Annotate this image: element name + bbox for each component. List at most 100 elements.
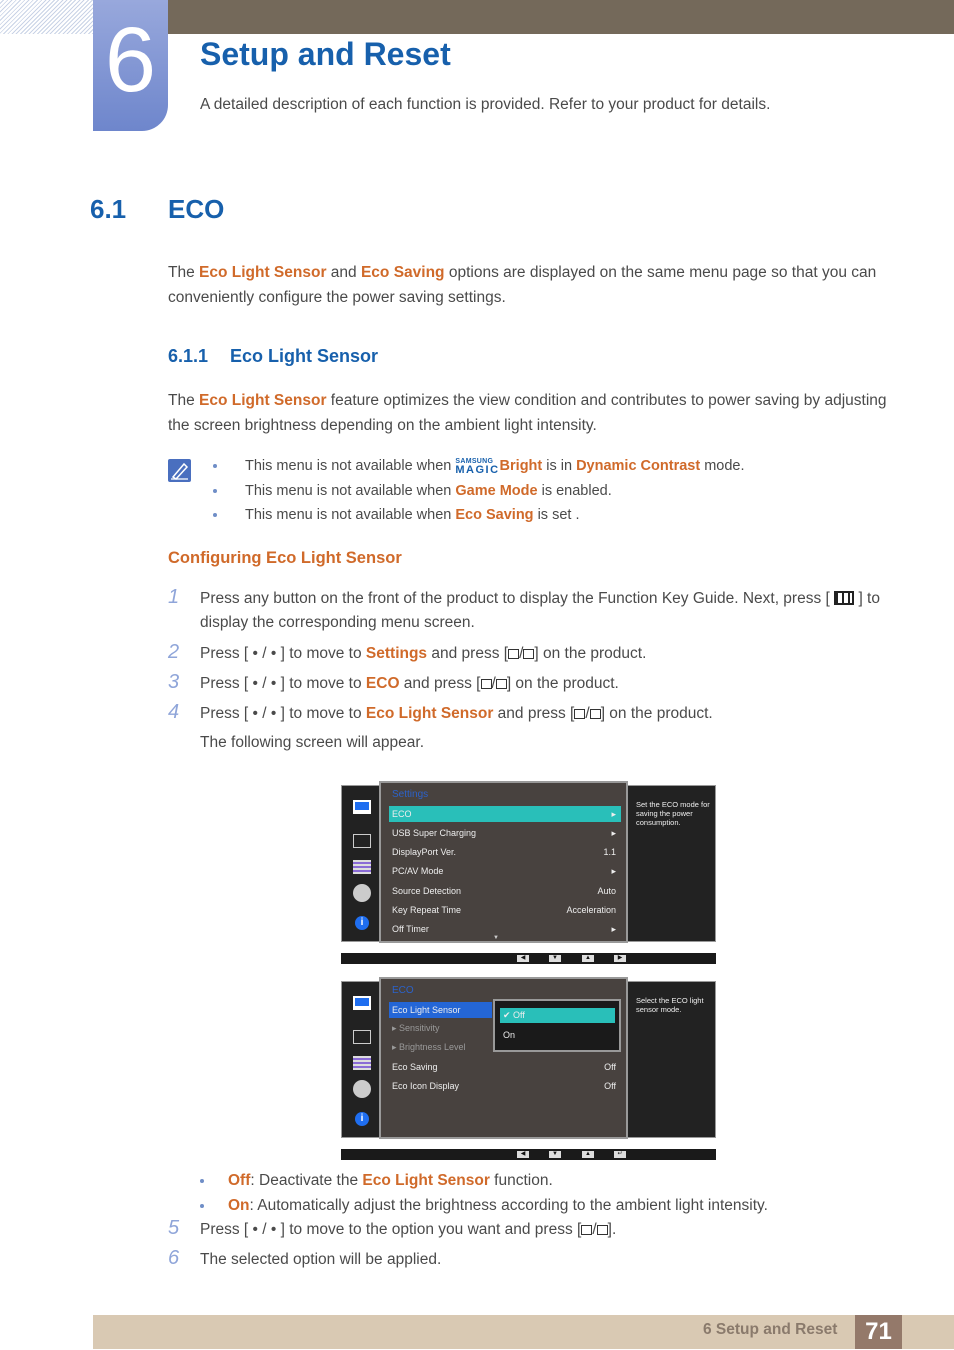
osd-menu-item[interactable]: USB Super Charging ▸: [389, 825, 621, 841]
text: and: [326, 264, 361, 281]
page-footer: 6 Setup and Reset 71: [93, 1315, 954, 1349]
osd-menu-title: Settings: [392, 789, 429, 800]
source-key-icon: [581, 1225, 593, 1235]
subsection-intro: The Eco Light Sensor feature optimizes t…: [168, 388, 888, 438]
subsection-heading: 6.1.1 Eco Light Sensor: [168, 346, 378, 367]
info-icon: i: [355, 916, 369, 930]
item-label: PC/AV Mode: [392, 866, 444, 876]
highlight: On: [228, 1197, 250, 1214]
chapter-title: Setup and Reset: [200, 36, 451, 72]
text: and press [: [493, 705, 575, 722]
osd-menu-panel: Settings ECO ▸ USB Super Charging ▸ Displa…: [379, 781, 628, 943]
bullet-icon: [200, 1178, 204, 1183]
item-label: Source Detection: [392, 886, 462, 896]
item-value: Acceleration: [566, 905, 616, 915]
item-label: Eco Saving: [392, 1062, 438, 1072]
highlight: Settings: [365, 645, 428, 662]
osd-eco-screen: i ECO Eco Light Sensor ▸ Sensitivity ▸ B…: [341, 977, 716, 1139]
text: and press [: [399, 675, 481, 692]
bullet-icon: [213, 489, 217, 494]
note-item: This menu is not available when Eco Savi…: [213, 507, 579, 523]
osd-menu-item-eco[interactable]: ECO ▸: [389, 806, 621, 822]
osd-menu-item-eco-light-sensor[interactable]: Eco Light Sensor: [389, 1002, 492, 1018]
step-text: Press [ • / • ] to move to ECO and press…: [200, 675, 619, 692]
osd-menu-item[interactable]: Off Timer ▸: [389, 921, 621, 937]
item-label: Eco Light Sensor: [392, 1005, 461, 1015]
osd-icon-sidebar: i: [341, 981, 381, 1138]
osd-option-popup: ✔ Off On: [493, 999, 621, 1052]
highlight: Eco Light Sensor: [199, 264, 327, 281]
text: The: [168, 392, 200, 409]
option-on[interactable]: On: [500, 1028, 615, 1043]
osd-icon-sidebar: i: [341, 785, 381, 942]
note-pencil-icon: [168, 459, 191, 482]
item-value: ▸: [611, 866, 616, 876]
picture-icon: [353, 800, 371, 814]
section-number: 6.1: [90, 194, 127, 224]
item-label: Key Repeat Time: [392, 905, 462, 915]
osd-menu-item[interactable]: DisplayPort Ver. 1.1: [389, 844, 621, 860]
section-intro: The Eco Light Sensor and Eco Saving opti…: [168, 260, 888, 310]
item-value: 1.1: [603, 847, 616, 857]
scroll-down-icon[interactable]: ▼: [493, 935, 499, 941]
osd-menu-item[interactable]: PC/AV Mode ▸: [389, 863, 621, 879]
highlight: Eco Light Sensor: [362, 1172, 490, 1189]
enter-key-icon: ↵: [614, 1151, 626, 1158]
option-off[interactable]: ✔ Off: [500, 1008, 615, 1023]
chapter-number-badge: 6: [93, 0, 168, 131]
text: mode.: [700, 458, 745, 474]
text: is enabled.: [537, 483, 612, 499]
configuring-heading: Configuring Eco Light Sensor: [168, 549, 402, 567]
gear-icon: [353, 884, 371, 902]
chapter-description: A detailed description of each function …: [200, 96, 771, 113]
enter-key-icon: [495, 679, 507, 689]
item-label: ▸ Sensitivity: [392, 1023, 440, 1033]
gear-icon: [353, 1080, 371, 1098]
left-key-icon: ◀: [517, 1151, 529, 1158]
info-icon: i: [355, 1112, 369, 1126]
highlight: Bright: [499, 458, 543, 474]
subsection-number: 6.1.1: [168, 346, 209, 366]
text: and press [: [427, 645, 509, 662]
subsection-title: Eco Light Sensor: [230, 346, 379, 366]
step-number: 6: [168, 1247, 180, 1269]
up-key-icon: ▲: [582, 1151, 594, 1158]
color-icon: [353, 860, 371, 874]
bullet-icon: [213, 464, 217, 469]
text: Press [ • / • ] to move to the option yo…: [200, 1221, 582, 1238]
step-number: 2: [168, 641, 180, 663]
osd-menu-title: ECO: [392, 985, 414, 996]
osd-menu-item[interactable]: Source Detection Auto: [389, 883, 621, 899]
osd-menu-item[interactable]: Key Repeat Time Acceleration: [389, 902, 621, 918]
item-label: ECO: [392, 809, 412, 819]
item-label: DisplayPort Ver.: [392, 847, 457, 857]
item-value: ▸: [611, 924, 616, 934]
osd-help-panel: Set the ECO mode for saving the power co…: [627, 785, 716, 942]
step-text: Press any button on the front of the pro…: [200, 587, 890, 635]
text: : Deactivate the: [250, 1172, 363, 1189]
source-key-icon: [480, 679, 492, 689]
option-description: Off: Deactivate the Eco Light Sensor fun…: [200, 1172, 553, 1190]
note-item: This menu is not available when Game Mod…: [213, 483, 612, 499]
osd-menu-item[interactable]: Eco Saving Off: [389, 1059, 621, 1075]
left-key-icon: ◀: [517, 955, 529, 962]
text: The: [168, 264, 200, 281]
down-key-icon: ▼: [549, 955, 561, 962]
step-number: 5: [168, 1217, 180, 1239]
osd-menu-item[interactable]: Eco Icon Display Off: [389, 1078, 621, 1094]
item-value: Off: [604, 1062, 616, 1072]
enter-key-icon: [589, 709, 601, 719]
step-text: Press [ • / • ] to move to the option yo…: [200, 1221, 617, 1238]
step-text: Press [ • / • ] to move to Eco Light Sen…: [200, 705, 713, 722]
text: Press any button on the front of the pro…: [200, 590, 835, 607]
text: ] on the product.: [534, 645, 647, 662]
item-value: Auto: [597, 886, 616, 896]
step-follow-text: The following screen will appear.: [200, 734, 425, 751]
item-label: USB Super Charging: [392, 828, 477, 838]
color-icon: [353, 1056, 371, 1070]
highlight: Eco Light Sensor: [199, 392, 327, 409]
osd-key-guide: ◀ ▼ ▲ ▶: [341, 953, 716, 964]
step-number: 3: [168, 671, 180, 693]
osd-help-text: Select the ECO light sensor mode.: [636, 996, 704, 1014]
item-label: ▸ Brightness Level: [392, 1042, 466, 1052]
